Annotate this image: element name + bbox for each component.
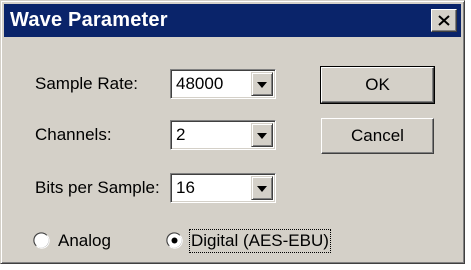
channels-value: 2 bbox=[176, 125, 186, 144]
ok-button[interactable]: OK bbox=[320, 66, 435, 104]
bits-per-sample-label: Bits per Sample: bbox=[35, 178, 160, 197]
channels-label: Channels: bbox=[35, 125, 112, 144]
radio-icon bbox=[33, 232, 50, 249]
cancel-button[interactable]: Cancel bbox=[321, 118, 434, 154]
digital-radio[interactable] bbox=[166, 232, 183, 249]
analog-label[interactable]: Analog bbox=[58, 231, 111, 251]
bits-per-sample-value: 16 bbox=[176, 178, 195, 197]
wave-parameter-dialog: Wave Parameter Sample Rate: 48000 Channe… bbox=[0, 0, 465, 264]
dialog-title: Wave Parameter bbox=[10, 9, 168, 31]
sample-rate-dropdown-button[interactable] bbox=[251, 72, 273, 96]
close-icon bbox=[438, 15, 450, 26]
analog-radio[interactable] bbox=[33, 232, 50, 249]
digital-label[interactable]: Digital (AES-EBU) bbox=[189, 229, 331, 253]
chevron-down-icon bbox=[257, 179, 267, 197]
channels-dropdown-button[interactable] bbox=[251, 123, 273, 147]
sample-rate-value: 48000 bbox=[176, 74, 224, 93]
sample-rate-select[interactable]: 48000 bbox=[170, 69, 276, 99]
bits-per-sample-dropdown-button[interactable] bbox=[251, 176, 273, 200]
radio-icon bbox=[166, 232, 183, 249]
channels-select[interactable]: 2 bbox=[170, 120, 276, 150]
chevron-down-icon bbox=[257, 75, 267, 93]
bits-per-sample-select[interactable]: 16 bbox=[170, 173, 276, 203]
chevron-down-icon bbox=[257, 126, 267, 144]
title-bar[interactable]: Wave Parameter bbox=[4, 4, 461, 37]
close-button[interactable] bbox=[431, 9, 457, 32]
sample-rate-label: Sample Rate: bbox=[35, 74, 138, 93]
